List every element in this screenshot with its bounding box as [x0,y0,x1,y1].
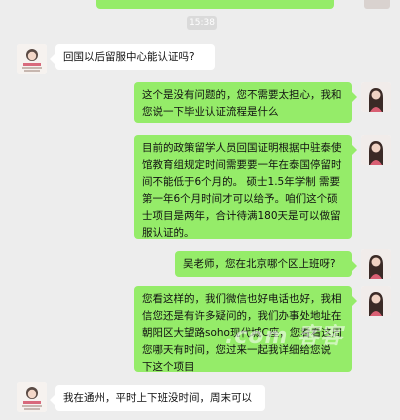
contact-avatar[interactable] [17,382,47,412]
contact-avatar-image [17,382,47,412]
message-bubble-incoming[interactable]: 回国以后留服中心能认证吗? [50,44,215,70]
message-bubble-outgoing[interactable]: 目前的政策留学人员回国证明根据中驻泰使 馆教育组规定时间需要要一年在泰国停留时 … [134,135,357,239]
contact-avatar[interactable] [17,44,47,74]
my-avatar-image [361,82,391,112]
my-avatar[interactable] [361,135,391,165]
previous-message-avatar[interactable] [364,0,390,9]
my-avatar-image [361,135,391,165]
previous-message-bubble[interactable] [96,0,334,9]
message-bubble-incoming[interactable]: 我在通州，平时上下班没时间，周末可以 [50,385,265,411]
message-bubble-outgoing[interactable]: 您看这样的，我们微信也好电话也好，我相 信您还是有许多疑问的，我们办事处地址在 … [134,286,357,373]
message-timestamp: 15:38 [187,16,217,30]
my-avatar[interactable] [361,82,391,112]
my-avatar[interactable] [361,286,391,316]
chat-window: 15:38 回国以后留服中心能认证吗? 这个是没有问题的，您不需要太担心，我和 … [0,0,400,420]
contact-avatar-image [17,44,47,74]
message-bubble-outgoing[interactable]: 这个是没有问题的，您不需要太担心，我和 您说一下毕业认证流程是什么 [134,82,357,123]
my-avatar[interactable] [361,249,391,279]
message-bubble-outgoing[interactable]: 吴老师，您在北京哪个区上班呀? [175,251,357,277]
my-avatar-image [361,286,391,316]
my-avatar-image [361,249,391,279]
